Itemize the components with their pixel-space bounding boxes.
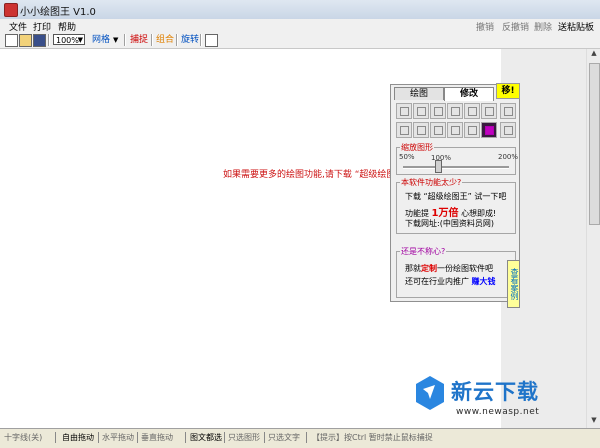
open-folder-icon[interactable] <box>19 34 32 47</box>
watermark-url: www.newasp.net <box>456 407 540 417</box>
zoom-slider-thumb[interactable] <box>435 160 442 173</box>
print-preview-icon[interactable] <box>205 34 218 47</box>
vertical-scrollbar[interactable]: ▲ ▼ <box>586 49 600 428</box>
combine-button[interactable]: 组合 <box>156 34 174 46</box>
align-bottom-icon[interactable] <box>481 103 497 119</box>
toolbar-separator <box>176 34 178 46</box>
zoom-value: 100% <box>56 36 79 45</box>
custom-line-1-suffix: 一份绘图软件吧 <box>437 264 493 273</box>
status-separator <box>224 432 225 443</box>
align-middle-icon[interactable] <box>464 103 480 119</box>
zoom-shape-group: 缩放图形 50% 100% 200% <box>396 142 519 175</box>
custom-legend: 还是不称心? <box>400 246 447 257</box>
align-center-icon[interactable] <box>413 103 429 119</box>
toolbar-separator <box>200 34 202 46</box>
same-width-icon[interactable] <box>396 122 412 138</box>
promo-line-2: 功能提 1万倍 心想即成! <box>405 204 496 219</box>
status-bar: 十字线(关) 自由拖动 水平拖动 垂直拖动 图文都选 只选图形 只选文字 【提示… <box>0 428 600 448</box>
align-top-icon[interactable] <box>447 103 463 119</box>
scissors-icon[interactable] <box>464 122 480 138</box>
zoom-select[interactable]: 100% ▼ <box>53 34 85 45</box>
align-left-icon[interactable] <box>396 103 412 119</box>
zoom-shape-legend: 缩放图形 <box>400 142 434 153</box>
status-free-drag[interactable]: 自由拖动 <box>62 432 94 443</box>
window-title: 小小绘图王 V1.0 <box>20 7 96 18</box>
title-bar: 小小绘图王 V1.0 <box>0 0 600 20</box>
custom-group: 还是不称心? 那就定制一份绘图软件吧 还可在行业内推广 赚大钱 查看案例 <box>396 246 520 308</box>
custom-line-2-prefix: 还可在行业内推广 <box>405 277 469 286</box>
status-select-shapes[interactable]: 只选图形 <box>228 432 260 443</box>
toolbar-separator <box>151 34 153 46</box>
chevron-down-icon: ▼ <box>77 36 83 44</box>
scrollbar-thumb[interactable] <box>589 63 600 225</box>
status-separator <box>185 432 186 443</box>
tab-modify[interactable]: 修改 <box>444 87 494 101</box>
custom-highlight: 定制 <box>421 264 437 273</box>
line-style-icon[interactable] <box>500 122 516 138</box>
grid-dropdown-icon[interactable]: ▼ <box>113 34 118 46</box>
promo-line-1: 下载 “超级绘图王” 试一下吧 <box>405 192 507 201</box>
toolbar-separator <box>124 34 126 46</box>
grid-button[interactable]: 网格 <box>92 34 110 46</box>
status-tip: 【提示】按Ctrl 暂时禁止鼠标捕捉 <box>312 433 433 442</box>
zoom-slider-track[interactable] <box>403 166 509 169</box>
tool-panel: 绘图 修改 移! 缩放图形 50% 100% 200% 本软件功能太少? 下载 … <box>390 83 520 308</box>
watermark-brand: 新云下载 <box>451 380 539 404</box>
tab-draw[interactable]: 绘图 <box>394 87 444 100</box>
status-separator <box>55 432 56 443</box>
same-height-icon[interactable] <box>413 122 429 138</box>
promo-line-3: 下载网址:(中国资料员网) <box>405 219 494 228</box>
capture-button[interactable]: 捕捉 <box>130 34 148 46</box>
status-separator <box>264 432 265 443</box>
scroll-up-icon[interactable]: ▲ <box>587 49 600 61</box>
flip-icon[interactable] <box>500 103 516 119</box>
align-right-icon[interactable] <box>430 103 446 119</box>
status-crosshair[interactable]: 十字线(关) <box>4 432 42 443</box>
toolbar-separator <box>48 34 50 46</box>
status-vertical-drag[interactable]: 垂直拖动 <box>141 432 173 443</box>
save-disk-icon[interactable] <box>33 34 46 47</box>
menu-bar: 文件 打印 帮助 撤销 反撤销 删除 送粘贴板 <box>0 19 600 33</box>
canvas-hint-text: 如果需要更多的绘图功能,请下载 “超级绘图王” <box>223 170 410 180</box>
status-separator <box>98 432 99 443</box>
promo-line-2-suffix: 心想即成! <box>461 209 497 218</box>
promo-legend: 本软件功能太少? <box>400 177 463 188</box>
align-icon-row <box>396 103 516 120</box>
custom-line-2: 还可在行业内推广 赚大钱 <box>405 276 496 287</box>
same-size-icon[interactable] <box>430 122 446 138</box>
move-panel-button[interactable]: 移! <box>496 83 520 99</box>
status-select-all[interactable]: 图文都选 <box>190 432 222 443</box>
status-separator <box>137 432 138 443</box>
promo-group: 本软件功能太少? 下载 “超级绘图王” 试一下吧 功能提 1万倍 心想即成! 下… <box>396 177 516 234</box>
zoom-max-label: 200% <box>498 153 519 161</box>
custom-line-1: 那就定制一份绘图软件吧 <box>405 263 493 274</box>
edit-icon-row <box>396 122 516 139</box>
color-fill-icon[interactable] <box>481 122 497 138</box>
status-horizontal-drag[interactable]: 水平拖动 <box>102 432 134 443</box>
zoom-min-label: 50% <box>399 153 415 161</box>
status-separator <box>306 432 307 443</box>
rotate-button[interactable]: 旋转 <box>181 34 199 46</box>
view-cases-button[interactable]: 查看案例 <box>507 260 520 308</box>
custom-line-1-prefix: 那就 <box>405 264 421 273</box>
new-file-icon[interactable] <box>5 34 18 47</box>
toolbar: 100% ▼ 网格 ▼ 捕捉 组合 旋转 <box>0 32 600 49</box>
distribute-icon[interactable] <box>447 122 463 138</box>
brand-logo-icon <box>416 376 444 410</box>
scroll-down-icon[interactable]: ▼ <box>587 416 600 428</box>
status-select-text[interactable]: 只选文字 <box>268 432 300 443</box>
custom-line-2-highlight: 赚大钱 <box>471 277 496 286</box>
promo-line-2-prefix: 功能提 <box>405 209 429 218</box>
app-icon <box>4 3 18 17</box>
